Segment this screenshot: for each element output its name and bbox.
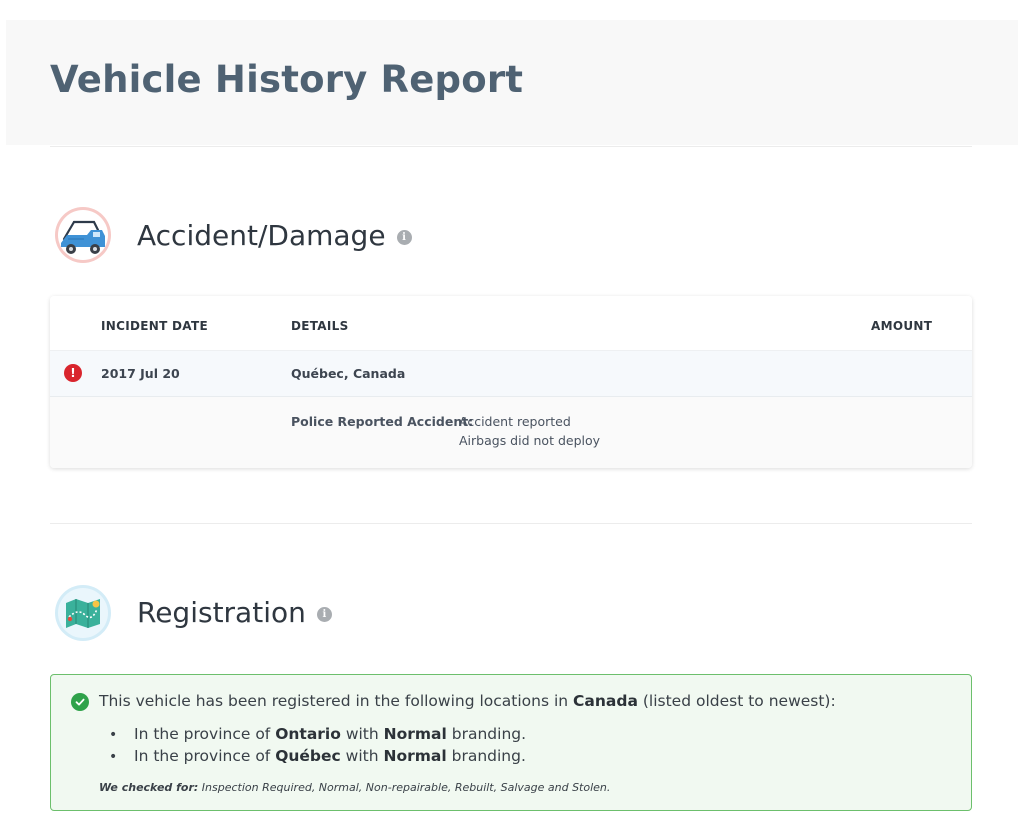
alert-icon: ! [64, 364, 82, 382]
table-row: ! 2017 Jul 20 Québec, Canada [50, 351, 972, 397]
incident-date: 2017 Jul 20 [101, 366, 180, 381]
map-icon [54, 584, 112, 642]
detail-line: Airbags did not deploy [459, 433, 601, 448]
page-title: Vehicle History Report [50, 58, 524, 101]
accident-title-text: Accident/Damage [137, 219, 386, 252]
incident-location: Québec, Canada [291, 366, 406, 381]
check-circle-icon [71, 693, 89, 711]
accident-section-title: Accident/Damage i [137, 219, 412, 252]
table-row: Police Reported Accident: Accident repor… [50, 397, 972, 468]
registration-location-item: In the province of Ontario with Normal b… [134, 725, 527, 743]
accident-table: INCIDENT DATE DETAILS AMOUNT ! 2017 Jul … [50, 296, 972, 468]
registration-section-title: Registration i [137, 596, 332, 629]
detail-line: Accident reported [459, 414, 571, 429]
tow-truck-icon [54, 206, 112, 264]
column-header-details: DETAILS [291, 319, 349, 333]
table-header-row: INCIDENT DATE DETAILS AMOUNT [50, 296, 972, 351]
detail-label: Police Reported Accident: [291, 414, 474, 429]
checked-for-note: We checked for: Inspection Required, Nor… [99, 781, 611, 794]
section-divider [50, 523, 972, 524]
header-divider [50, 146, 972, 147]
bullet-icon: • [109, 749, 118, 765]
registration-location-item: In the province of Québec with Normal br… [134, 747, 526, 765]
info-icon[interactable]: i [396, 230, 412, 245]
registration-title-text: Registration [137, 596, 306, 629]
column-header-amount: AMOUNT [871, 319, 933, 333]
registration-summary-text: This vehicle has been registered in the … [99, 692, 836, 710]
registration-summary: This vehicle has been registered in the … [50, 674, 972, 811]
column-header-incident-date: INCIDENT DATE [101, 319, 208, 333]
info-icon[interactable]: i [316, 607, 332, 622]
bullet-icon: • [109, 727, 118, 743]
